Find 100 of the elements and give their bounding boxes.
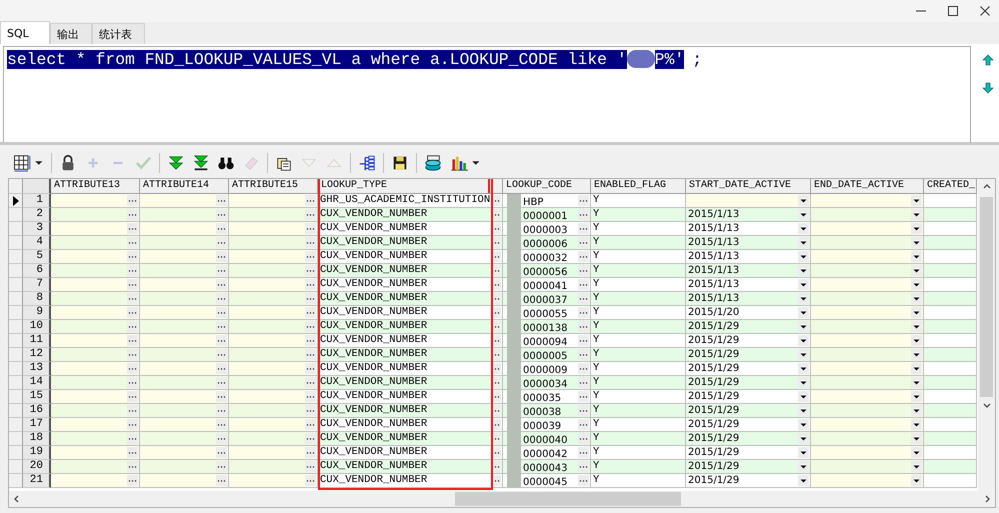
ellipsis-button[interactable] — [305, 251, 316, 262]
ellipsis-button[interactable] — [127, 293, 138, 304]
dropdown-button[interactable] — [798, 237, 809, 248]
dropdown-button[interactable] — [911, 433, 922, 444]
ellipsis-button[interactable] — [216, 363, 227, 374]
dropdown-button[interactable] — [911, 363, 922, 374]
ellipsis-button[interactable] — [127, 461, 138, 472]
ellipsis-button[interactable] — [216, 433, 227, 444]
dropdown-button[interactable] — [798, 391, 809, 402]
dropdown-button[interactable] — [798, 433, 809, 444]
column-header[interactable]: LOOKUP_CODE — [503, 179, 591, 194]
dropdown-button[interactable] — [798, 223, 809, 234]
ellipsis-button[interactable] — [216, 475, 227, 486]
dropdown-button[interactable] — [911, 279, 922, 290]
ellipsis-button[interactable] — [216, 223, 227, 234]
ellipsis-button[interactable] — [305, 461, 316, 472]
dropdown-button[interactable] — [798, 377, 809, 388]
column-header[interactable]: ATTRIBUTE13 — [51, 179, 140, 194]
scroll-thumb[interactable] — [980, 197, 993, 397]
ellipsis-button[interactable] — [578, 209, 589, 220]
double-arrow-down-icon[interactable] — [167, 154, 185, 172]
ellipsis-button[interactable] — [127, 377, 138, 388]
ellipsis-button[interactable] — [216, 307, 227, 318]
dropdown-button[interactable] — [798, 265, 809, 276]
ellipsis-button[interactable] — [127, 419, 138, 430]
ellipsis-button[interactable] — [305, 349, 316, 360]
sql-editor[interactable]: select * from FND_LOOKUP_VALUES_VL a where a.LOOKUP_CODE like ' P%' ; — [3, 46, 971, 142]
ellipsis-button[interactable] — [578, 335, 589, 346]
maximize-button[interactable] — [947, 5, 959, 17]
ellipsis-button[interactable] — [578, 475, 589, 486]
dropdown-button[interactable] — [911, 349, 922, 360]
ellipsis-button[interactable] — [127, 237, 138, 248]
column-header[interactable]: END_DATE_ACTIVE — [811, 179, 924, 194]
ellipsis-button[interactable] — [127, 279, 138, 290]
ellipsis-button[interactable] — [216, 237, 227, 248]
tab[interactable]: 统计表 — [92, 23, 145, 44]
ellipsis-button[interactable] — [305, 419, 316, 430]
ellipsis-button[interactable] — [127, 433, 138, 444]
ellipsis-button[interactable] — [578, 251, 589, 262]
column-header[interactable]: START_DATE_ACTIVE — [686, 179, 811, 194]
ellipsis-button[interactable] — [216, 405, 227, 416]
ellipsis-button[interactable] — [216, 419, 227, 430]
ellipsis-button[interactable] — [216, 251, 227, 262]
ellipsis-button[interactable] — [305, 279, 316, 290]
ellipsis-button[interactable] — [127, 251, 138, 262]
dropdown-button[interactable] — [798, 307, 809, 318]
dropdown-button[interactable] — [911, 237, 922, 248]
grid-corner[interactable] — [23, 179, 51, 194]
ellipsis-button[interactable] — [216, 349, 227, 360]
ellipsis-button[interactable] — [216, 447, 227, 458]
ellipsis-button[interactable] — [578, 279, 589, 290]
ellipsis-button[interactable] — [578, 377, 589, 388]
ellipsis-button[interactable] — [216, 461, 227, 472]
tab[interactable]: 输出 — [50, 23, 92, 44]
database-icon[interactable] — [424, 154, 442, 172]
ellipsis-button[interactable] — [127, 475, 138, 486]
ellipsis-button[interactable] — [216, 377, 227, 388]
ellipsis-button[interactable] — [127, 209, 138, 220]
ellipsis-button[interactable] — [578, 321, 589, 332]
dropdown-button[interactable] — [911, 223, 922, 234]
vertical-scrollbar[interactable] — [978, 179, 995, 491]
dropdown-button[interactable] — [798, 279, 809, 290]
dropdown-button[interactable] — [798, 461, 809, 472]
ellipsis-button[interactable] — [127, 265, 138, 276]
dropdown-button[interactable] — [911, 195, 922, 206]
ellipsis-button[interactable] — [305, 223, 316, 234]
ellipsis-button[interactable] — [127, 321, 138, 332]
ellipsis-button[interactable] — [578, 391, 589, 402]
ellipsis-button[interactable] — [305, 321, 316, 332]
dropdown-button[interactable] — [798, 475, 809, 486]
dropdown-button[interactable] — [911, 447, 922, 458]
ellipsis-button[interactable] — [216, 391, 227, 402]
dropdown-button[interactable] — [798, 349, 809, 360]
ellipsis-button[interactable] — [216, 293, 227, 304]
dropdown-button[interactable] — [911, 307, 922, 318]
ellipsis-button[interactable] — [305, 475, 316, 486]
column-header[interactable]: ATTRIBUTE14 — [140, 179, 229, 194]
ellipsis-button[interactable] — [578, 349, 589, 360]
ellipsis-button[interactable] — [305, 391, 316, 402]
ellipsis-button[interactable] — [127, 391, 138, 402]
dropdown-button[interactable] — [798, 321, 809, 332]
dropdown-button[interactable] — [911, 419, 922, 430]
dropdown-button[interactable] — [798, 419, 809, 430]
ellipsis-button[interactable] — [578, 405, 589, 416]
dropdown-button[interactable] — [798, 209, 809, 220]
ellipsis-button[interactable] — [305, 209, 316, 220]
ellipsis-button[interactable] — [578, 461, 589, 472]
dropdown-button[interactable] — [798, 195, 809, 206]
ellipsis-button[interactable] — [127, 447, 138, 458]
ellipsis-button[interactable] — [305, 237, 316, 248]
ellipsis-button[interactable] — [305, 405, 316, 416]
dropdown-button[interactable] — [798, 293, 809, 304]
dropdown-button[interactable] — [911, 265, 922, 276]
column-header[interactable]: ATTRIBUTE15 — [229, 179, 318, 194]
ellipsis-button[interactable] — [578, 419, 589, 430]
ellipsis-button[interactable] — [578, 363, 589, 374]
dropdown-button[interactable] — [798, 363, 809, 374]
ellipsis-button[interactable] — [305, 265, 316, 276]
ellipsis-button[interactable] — [216, 279, 227, 290]
tab[interactable]: SQL — [0, 21, 50, 44]
